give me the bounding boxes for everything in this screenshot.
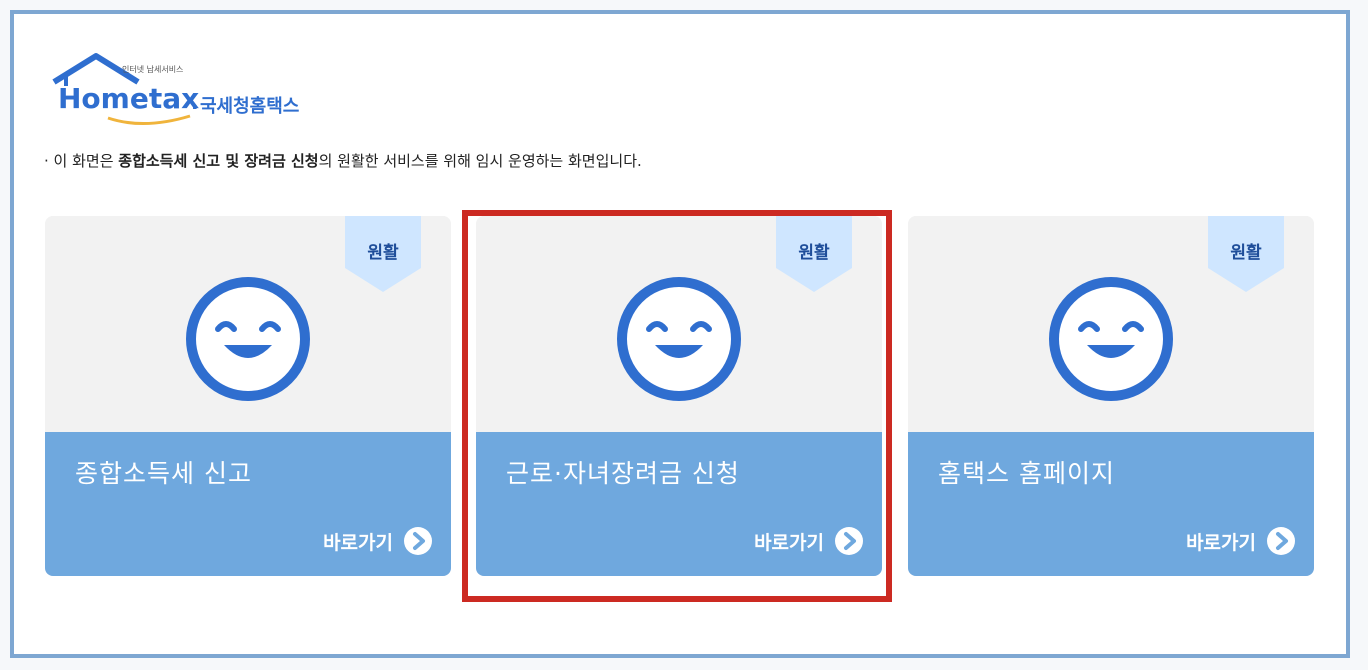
logo-small-text: 인터넷 납세서비스 [122, 65, 184, 74]
chevron-right-circle-icon [1267, 527, 1295, 555]
smiley-face-icon [617, 277, 741, 401]
status-badge: 원활 [367, 243, 399, 263]
hometax-logo[interactable]: 인터넷 납세서비스 Hometax . 국세청홈택스 [48, 52, 348, 142]
smiley-face-icon [186, 277, 310, 401]
go-button[interactable]: 바로가기 [754, 524, 864, 558]
status-badge: 원활 [798, 243, 830, 263]
card-incentive[interactable]: 원활 근로·자녀장려금 신청 바로가기 [476, 216, 882, 576]
logo-swoosh [107, 114, 191, 125]
status-badge: 원활 [1230, 243, 1262, 263]
smiley-face-icon [1049, 277, 1173, 401]
chevron-right-circle-icon [835, 527, 863, 555]
go-label: 바로가기 [1186, 531, 1256, 554]
go-button[interactable]: 바로가기 [1186, 524, 1296, 558]
notice-bold-income-tax: 종합소득세 신고 [118, 152, 221, 170]
notice-and: 및 [220, 152, 245, 170]
card-title: 홈택스 홈페이지 [938, 459, 1115, 488]
notice-prefix: · 이 화면은 [44, 152, 119, 170]
logo-main-text: Hometax [58, 82, 200, 115]
service-notice: · 이 화면은 종합소득세 신고 및 장려금 신청의 원활한 서비스를 위해 임… [44, 150, 642, 171]
go-label: 바로가기 [754, 531, 824, 554]
go-button[interactable]: 바로가기 [323, 524, 433, 558]
card-income-tax[interactable]: 원활 종합소득세 신고 바로가기 [45, 216, 451, 576]
logo-dot: . [191, 90, 199, 114]
card-hometax[interactable]: 원활 홈택스 홈페이지 바로가기 [908, 216, 1314, 576]
notice-suffix: 의 원활한 서비스를 위해 임시 운영하는 화면입니다. [318, 152, 642, 170]
logo-suffix-text: 국세청홈택스 [200, 96, 300, 117]
notice-bold-incentive: 장려금 신청 [244, 152, 319, 170]
go-label: 바로가기 [323, 531, 393, 554]
card-title: 근로·자녀장려금 신청 [506, 459, 740, 488]
chevron-right-circle-icon [404, 527, 432, 555]
card-title: 종합소득세 신고 [75, 459, 252, 488]
